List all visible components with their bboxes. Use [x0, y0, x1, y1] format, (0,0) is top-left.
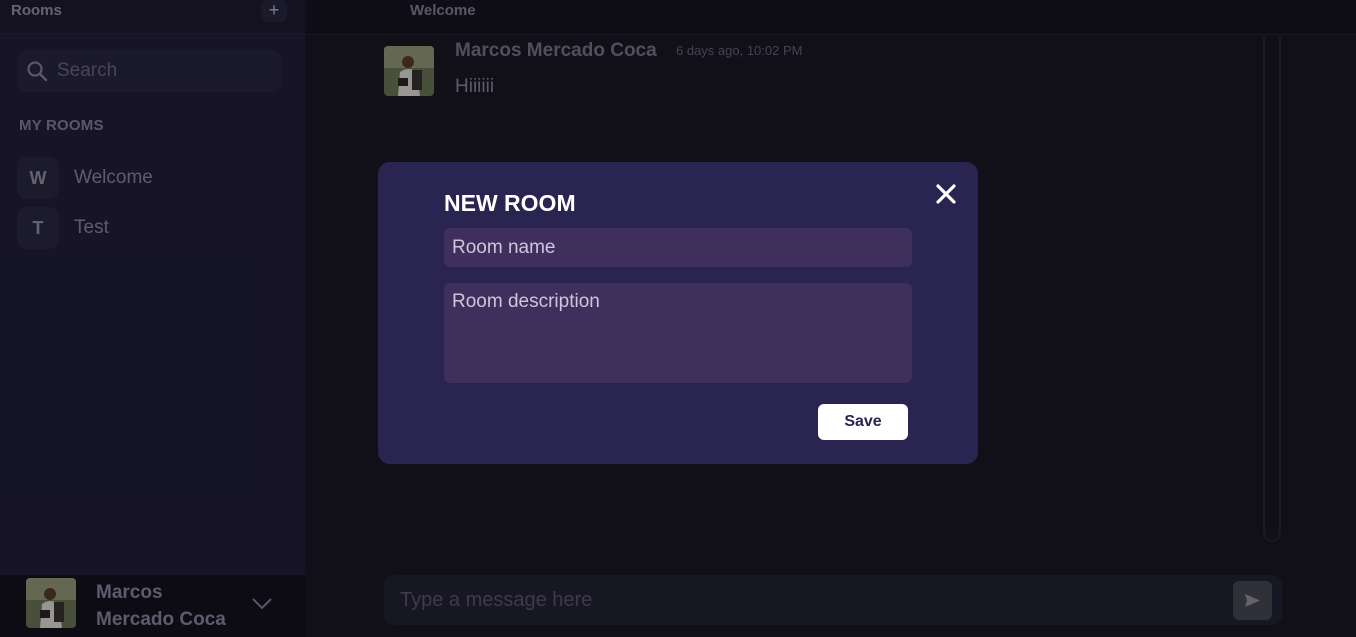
close-icon[interactable] — [934, 182, 958, 206]
new-room-modal: NEW ROOM Save — [378, 162, 978, 464]
room-name-field[interactable] — [444, 228, 912, 267]
room-description-field[interactable] — [444, 283, 912, 383]
save-button[interactable]: Save — [818, 404, 908, 440]
modal-title: NEW ROOM — [444, 190, 576, 216]
